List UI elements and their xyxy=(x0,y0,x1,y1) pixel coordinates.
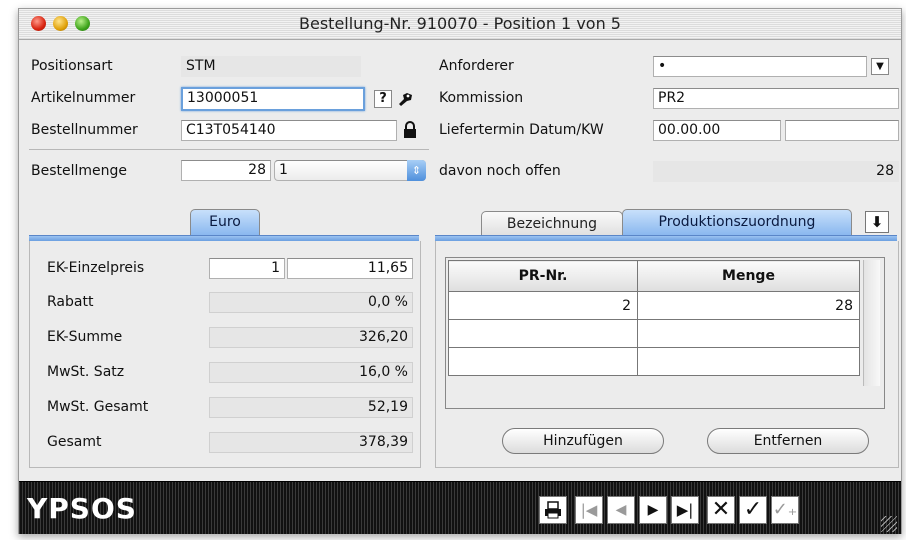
anforderer-dropdown-icon[interactable]: ▼ xyxy=(871,58,889,75)
confirm-plus-icon[interactable]: ✓₊ xyxy=(771,496,799,524)
tab-euro[interactable]: Euro xyxy=(190,209,260,235)
artikelnummer-input[interactable]: 13000051 xyxy=(181,87,365,111)
ypsos-logo: YPSOS xyxy=(27,492,137,525)
print-icon[interactable] xyxy=(539,496,567,524)
kommission-field[interactable]: PR2 xyxy=(653,88,899,109)
liefertermin-date-field[interactable]: 00.00.00 xyxy=(653,120,781,141)
tab-bezeichnung[interactable]: Bezeichnung xyxy=(481,211,623,237)
tab-produktionszuordnung[interactable]: Produktionszuordnung xyxy=(622,209,852,235)
kommission-label: Kommission xyxy=(439,90,524,106)
next-record-icon[interactable]: ▶ xyxy=(639,496,667,524)
unit-select-value: 1 xyxy=(279,162,288,178)
rabatt-label: Rabatt xyxy=(47,294,94,310)
rabatt-field: 0,0 % xyxy=(209,292,413,313)
liefertermin-kw-field[interactable] xyxy=(785,120,899,141)
ek-summe-label: EK-Summe xyxy=(47,329,123,345)
confirm-icon[interactable]: ✓ xyxy=(739,496,767,524)
bestellmenge-input[interactable]: 28 xyxy=(181,160,271,181)
liefertermin-label: Liefertermin Datum/KW xyxy=(439,122,604,138)
table-cell[interactable] xyxy=(448,347,638,376)
pr-table: PR-Nr. Menge 2 28 xyxy=(448,260,860,376)
mwst-gesamt-label: MwSt. Gesamt xyxy=(47,399,149,415)
gesamt-label: Gesamt xyxy=(47,434,102,450)
table-frame: PR-Nr. Menge 2 28 xyxy=(445,257,885,409)
gesamt-field: 378,39 xyxy=(209,432,413,453)
table-row[interactable] xyxy=(448,347,860,376)
anforderer-field[interactable]: • xyxy=(653,56,867,77)
offen-field: 28 xyxy=(653,161,899,182)
ek-summe-field: 326,20 xyxy=(209,327,413,348)
window: Bestellung-Nr. 910070 - Position 1 von 5… xyxy=(18,8,902,534)
select-arrows-icon[interactable]: ⇕ xyxy=(407,160,426,181)
ek-einzelpreis-qty[interactable]: 1 xyxy=(209,258,285,279)
mwst-satz-field: 16,0 % xyxy=(209,362,413,383)
last-record-icon[interactable]: ▶| xyxy=(671,496,699,524)
lookup-icon[interactable] xyxy=(397,90,415,108)
table-row[interactable]: 2 28 xyxy=(448,291,860,320)
vertical-scrollbar[interactable] xyxy=(863,260,880,386)
ek-einzelpreis-field[interactable]: 11,65 xyxy=(287,258,413,279)
mwst-gesamt-field: 52,19 xyxy=(209,397,413,418)
table-row[interactable] xyxy=(448,319,860,348)
bestellmenge-label: Bestellmenge xyxy=(31,163,128,179)
bestellnummer-label: Bestellnummer xyxy=(31,122,138,138)
bestellnummer-field[interactable]: C13T054140 xyxy=(181,120,397,141)
offen-label: davon noch offen xyxy=(439,163,561,179)
positionsart-field: STM xyxy=(181,56,361,77)
table-cell[interactable]: 2 xyxy=(448,291,638,320)
bottom-toolbar: YPSOS |◀ ◀ ▶ ▶| ✕ ✓ ✓₊ xyxy=(19,481,901,534)
column-header-menge[interactable]: Menge xyxy=(637,260,860,292)
anforderer-label: Anforderer xyxy=(439,58,514,74)
first-record-icon[interactable]: |◀ xyxy=(575,496,603,524)
unit-select[interactable]: 1 xyxy=(274,160,426,181)
positionsart-label: Positionsart xyxy=(31,58,113,74)
entfernen-button[interactable]: Entfernen xyxy=(707,428,869,454)
table-cell[interactable]: 28 xyxy=(637,291,860,320)
divider xyxy=(29,149,429,150)
hinzufuegen-button[interactable]: Hinzufügen xyxy=(502,428,664,454)
ek-einzelpreis-label: EK-Einzelpreis xyxy=(47,260,145,276)
title-bar[interactable]: Bestellung-Nr. 910070 - Position 1 von 5 xyxy=(19,9,901,40)
delete-icon[interactable]: ✕ xyxy=(707,496,735,524)
mwst-satz-label: MwSt. Satz xyxy=(47,364,125,380)
table-cell[interactable] xyxy=(448,319,638,348)
table-cell[interactable] xyxy=(637,347,860,376)
help-button[interactable]: ? xyxy=(374,90,392,108)
table-cell[interactable] xyxy=(637,319,860,348)
window-title: Bestellung-Nr. 910070 - Position 1 von 5 xyxy=(299,14,621,33)
column-header-pr-nr[interactable]: PR-Nr. xyxy=(448,260,638,292)
arrow-down-icon[interactable]: ⬇ xyxy=(865,211,889,233)
resize-grip-icon[interactable] xyxy=(881,516,897,532)
artikelnummer-label: Artikelnummer xyxy=(31,90,136,106)
lock-icon[interactable] xyxy=(401,121,419,139)
previous-record-icon[interactable]: ◀ xyxy=(607,496,635,524)
